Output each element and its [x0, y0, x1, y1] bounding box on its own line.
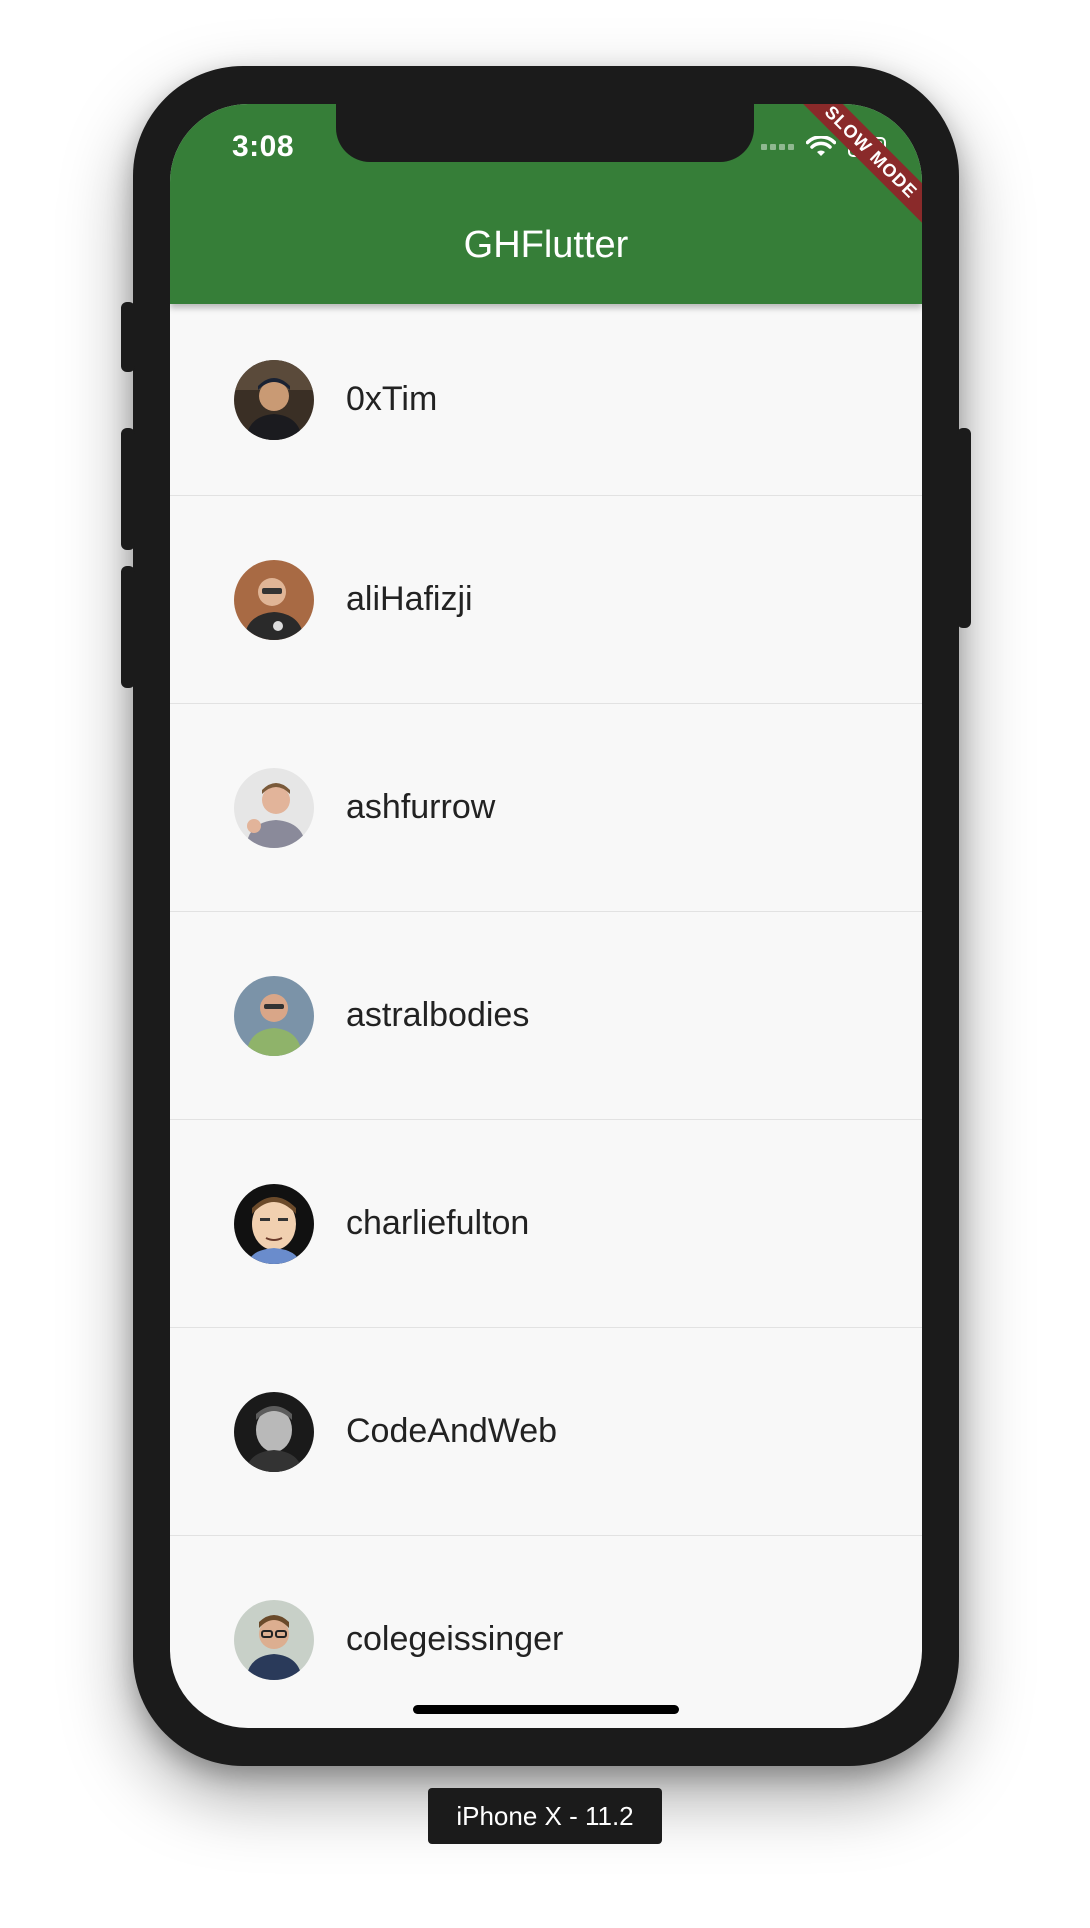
member-login: ashfurrow — [346, 788, 496, 826]
member-login: 0xTim — [346, 380, 438, 418]
member-list[interactable]: 0xTim aliHafizji ashfurrow astralbodies … — [170, 304, 922, 1728]
list-item[interactable]: 0xTim — [170, 304, 922, 496]
avatar-icon — [234, 1599, 314, 1680]
cellular-signal-icon — [761, 144, 794, 150]
simulator-stage: 3:08 GHFlutter SLOW MODE 0xTim aliHafizj… — [0, 0, 1090, 1928]
member-login: astralbodies — [346, 996, 530, 1034]
power-button — [957, 428, 971, 628]
list-item[interactable]: ashfurrow — [170, 704, 922, 912]
list-item[interactable]: CodeAndWeb — [170, 1328, 922, 1536]
list-item[interactable]: charliefulton — [170, 1120, 922, 1328]
mute-switch — [121, 302, 135, 372]
avatar-icon — [234, 975, 314, 1056]
list-item[interactable]: astralbodies — [170, 912, 922, 1120]
device-label: iPhone X - 11.2 — [428, 1788, 662, 1844]
avatar-icon — [234, 359, 314, 440]
notch — [336, 104, 754, 162]
wifi-icon — [806, 136, 836, 156]
member-login: colegeissinger — [346, 1620, 564, 1658]
volume-up-button — [121, 428, 135, 550]
member-login: charliefulton — [346, 1204, 530, 1242]
member-login: CodeAndWeb — [346, 1412, 558, 1450]
list-item[interactable]: aliHafizji — [170, 496, 922, 704]
status-time: 3:08 — [232, 130, 295, 163]
phone-frame: 3:08 GHFlutter SLOW MODE 0xTim aliHafizj… — [121, 66, 971, 1766]
avatar-icon — [234, 559, 314, 640]
home-indicator[interactable] — [413, 1705, 679, 1714]
member-login: aliHafizji — [346, 580, 473, 618]
avatar-icon — [234, 1391, 314, 1472]
volume-down-button — [121, 566, 135, 688]
list-item[interactable]: colegeissinger — [170, 1536, 922, 1728]
avatar-icon — [234, 767, 314, 848]
phone-screen: 3:08 GHFlutter SLOW MODE 0xTim aliHafizj… — [170, 104, 922, 1728]
avatar-icon — [234, 1183, 314, 1264]
app-title: GHFlutter — [463, 224, 629, 266]
